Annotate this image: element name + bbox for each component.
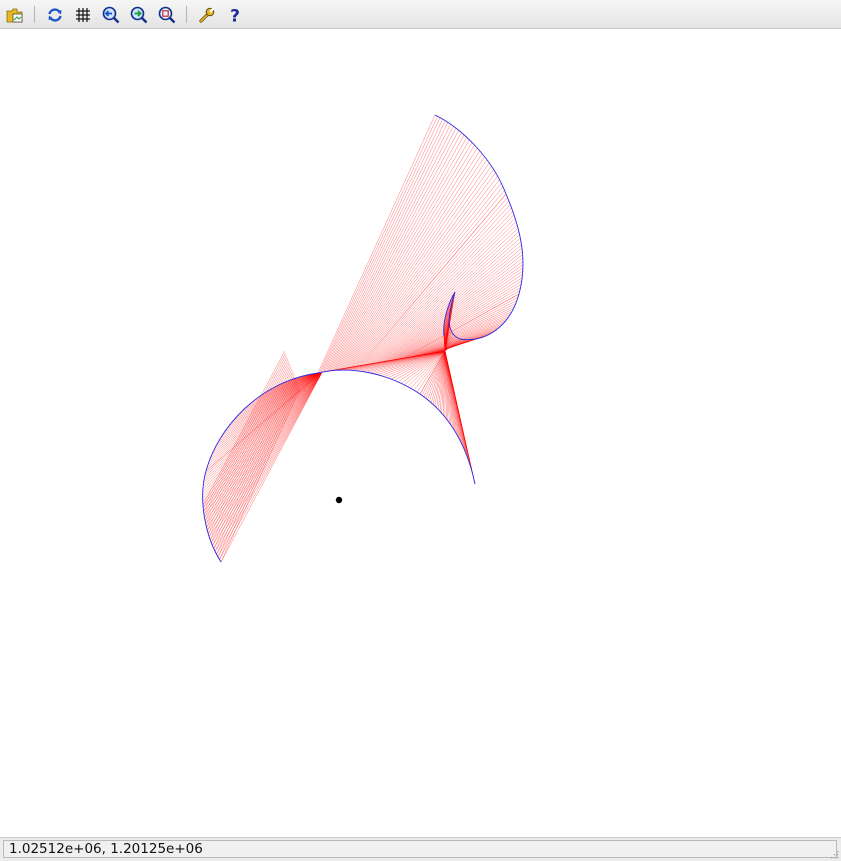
coordinate-readout: 1.02512e+06, 1.20125e+06 [3, 840, 837, 858]
chord-line-33 [207, 372, 320, 465]
chord-line-130 [432, 350, 446, 405]
wrench-icon [199, 7, 215, 23]
chord-line-253 [321, 118, 443, 373]
svg-text:?: ? [230, 7, 240, 25]
chord-line-79 [211, 374, 295, 543]
chord-line-193 [404, 296, 519, 359]
plot-canvas[interactable] [0, 29, 841, 837]
help-button[interactable]: ? [224, 4, 246, 26]
open-file-button[interactable] [4, 4, 26, 26]
chord-line-27 [203, 372, 321, 480]
chord-line-81 [208, 370, 294, 537]
chord-line-36 [211, 372, 320, 455]
chord-line-255 [319, 116, 438, 373]
settings-button[interactable] [196, 4, 218, 26]
status-bar: 1.02512e+06, 1.20125e+06 [0, 837, 841, 861]
grid-button[interactable] [72, 4, 94, 26]
chord-line-163 [444, 350, 476, 485]
chord-line-199 [396, 280, 522, 360]
zoom-out-icon [102, 6, 120, 24]
chord-line-82 [207, 368, 293, 534]
chord-line-200 [395, 277, 523, 360]
toolbar: ? [0, 0, 841, 29]
refresh-button[interactable] [44, 4, 66, 26]
toolbar-separator [186, 6, 187, 23]
chord-line-204 [389, 264, 524, 361]
open-folder-icon [6, 8, 23, 23]
chord-line-25 [203, 372, 321, 486]
zoom-fit-button[interactable] [156, 4, 178, 26]
center-point [335, 496, 343, 504]
chord-line-40 [218, 372, 320, 442]
chord-line-187 [413, 314, 511, 357]
chord-line-223 [363, 200, 510, 366]
grid-icon [76, 8, 90, 22]
resize-grip-icon[interactable] [829, 849, 839, 859]
chord-line-247 [330, 130, 459, 371]
chord-line-190 [408, 306, 515, 358]
toolbar-separator [34, 6, 35, 23]
zoom-fit-icon [158, 6, 176, 24]
chord-line-19 [202, 372, 321, 505]
chord-lines [202, 114, 524, 563]
chord-line-35 [210, 372, 320, 458]
chord-line-75 [216, 382, 298, 555]
zoom-in-icon [130, 6, 148, 24]
curve-plot[interactable] [0, 29, 841, 837]
zoom-in-button[interactable] [128, 4, 150, 26]
help-icon: ? [230, 7, 240, 25]
chord-line-222 [364, 204, 511, 366]
zoom-out-button[interactable] [100, 4, 122, 26]
chord-line-78 [212, 376, 296, 546]
chord-line-191 [407, 303, 516, 358]
refresh-icon [48, 8, 62, 22]
chord-line-32 [206, 372, 321, 468]
